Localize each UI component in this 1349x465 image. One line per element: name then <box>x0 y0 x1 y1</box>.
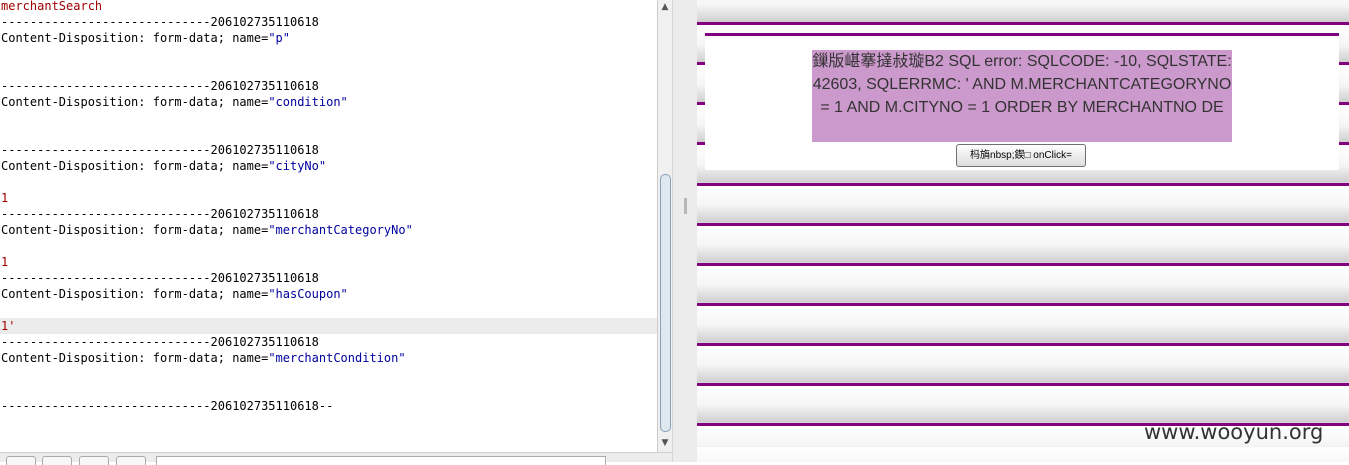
request-line-text: 1' <box>1 319 16 333</box>
request-line[interactable]: -----------------------------20610273511… <box>1 142 319 158</box>
editor-vertical-scrollbar[interactable]: ▲ ▼ <box>657 0 672 452</box>
scroll-up-arrow-icon[interactable]: ▲ <box>658 0 672 14</box>
request-line[interactable]: Content-Disposition: form-data; name="ci… <box>1 158 326 174</box>
request-line-text: Content-Disposition: form-data; name= <box>1 31 269 45</box>
request-line[interactable]: -----------------------------20610273511… <box>1 206 319 222</box>
request-line-text: merchantSearch <box>1 0 103 13</box>
divider-rule <box>697 223 1349 226</box>
request-line[interactable]: -----------------------------20610273511… <box>1 78 319 94</box>
request-line-text: -----------------------------20610273511… <box>1 143 319 157</box>
request-line-text: Content-Disposition: form-data; name= <box>1 223 269 237</box>
request-line[interactable]: -----------------------------20610273511… <box>1 14 319 30</box>
field-name-value: "hasCoupon" <box>268 287 348 301</box>
request-line[interactable]: -----------------------------20610273511… <box>1 398 333 414</box>
request-line[interactable]: 1 <box>1 254 8 270</box>
field-name-value: "condition" <box>268 95 348 109</box>
request-line-text: -----------------------------20610273511… <box>1 79 319 93</box>
pane-splitter[interactable] <box>672 0 697 462</box>
request-line-text: -----------------------------20610273511… <box>1 335 319 349</box>
response-render: 鏁版嵁搴撻敊璇B2 SQL error: SQLCODE: -10, SQLST… <box>697 0 1349 462</box>
field-name-value: "p" <box>268 31 290 45</box>
request-line[interactable]: Content-Disposition: form-data; name="p" <box>1 30 290 46</box>
toolbar-button-1[interactable] <box>6 456 36 465</box>
request-line[interactable]: merchantSearch <box>1 0 102 14</box>
request-line[interactable]: -----------------------------20610273511… <box>1 334 319 350</box>
back-button[interactable]: 杩旓nbsp;鍥□ onClick= <box>956 144 1086 167</box>
divider-rule <box>697 263 1349 266</box>
toolbar-button-4[interactable] <box>116 456 146 465</box>
divider-rule <box>697 303 1349 306</box>
request-line-text: Content-Disposition: form-data; name= <box>1 287 269 301</box>
request-line[interactable]: -----------------------------20610273511… <box>1 270 319 286</box>
request-line-text: 1 <box>1 255 9 269</box>
error-panel-rule <box>705 33 1339 36</box>
request-line-text: -----------------------------20610273511… <box>1 15 319 29</box>
divider-rule <box>697 383 1349 386</box>
search-input[interactable] <box>156 456 606 465</box>
scrollbar-thumb[interactable] <box>660 174 671 432</box>
divider-rule <box>697 183 1349 186</box>
watermark: www.wooyun.org <box>1144 420 1324 444</box>
request-line[interactable]: 1' <box>0 318 657 334</box>
scroll-down-arrow-icon[interactable]: ▼ <box>658 436 672 450</box>
error-panel: 鏁版嵁搴撻敊璇B2 SQL error: SQLCODE: -10, SQLST… <box>705 33 1339 170</box>
editor-bottom-toolbar <box>0 452 672 465</box>
request-line[interactable]: Content-Disposition: form-data; name="me… <box>1 350 406 366</box>
request-line-text: Content-Disposition: form-data; name= <box>1 95 269 109</box>
toolbar-button-2[interactable] <box>42 456 72 465</box>
splitter-grip-icon[interactable] <box>684 198 687 214</box>
request-line-text: Content-Disposition: form-data; name= <box>1 351 269 365</box>
request-line[interactable]: Content-Disposition: form-data; name="co… <box>1 94 348 110</box>
request-line[interactable]: Content-Disposition: form-data; name="me… <box>1 222 413 238</box>
request-line-text: 1 <box>1 191 9 205</box>
request-line-text: -----------------------------20610273511… <box>1 399 334 413</box>
sql-error-message: 鏁版嵁搴撻敊璇B2 SQL error: SQLCODE: -10, SQLST… <box>812 50 1232 142</box>
toolbar-button-3[interactable] <box>79 456 109 465</box>
field-name-value: "merchantCondition" <box>268 351 406 365</box>
request-line-text: -----------------------------20610273511… <box>1 271 319 285</box>
divider-rule <box>697 343 1349 346</box>
request-editor[interactable]: merchantSearch --------------------------… <box>0 0 657 452</box>
field-name-value: "cityNo" <box>268 159 327 173</box>
divider-rule <box>697 22 1349 25</box>
field-name-value: "merchantCategoryNo" <box>268 223 413 237</box>
request-line-text: -----------------------------20610273511… <box>1 207 319 221</box>
request-line[interactable]: 1 <box>1 190 8 206</box>
request-line[interactable]: Content-Disposition: form-data; name="ha… <box>1 286 348 302</box>
request-line-text: Content-Disposition: form-data; name= <box>1 159 269 173</box>
